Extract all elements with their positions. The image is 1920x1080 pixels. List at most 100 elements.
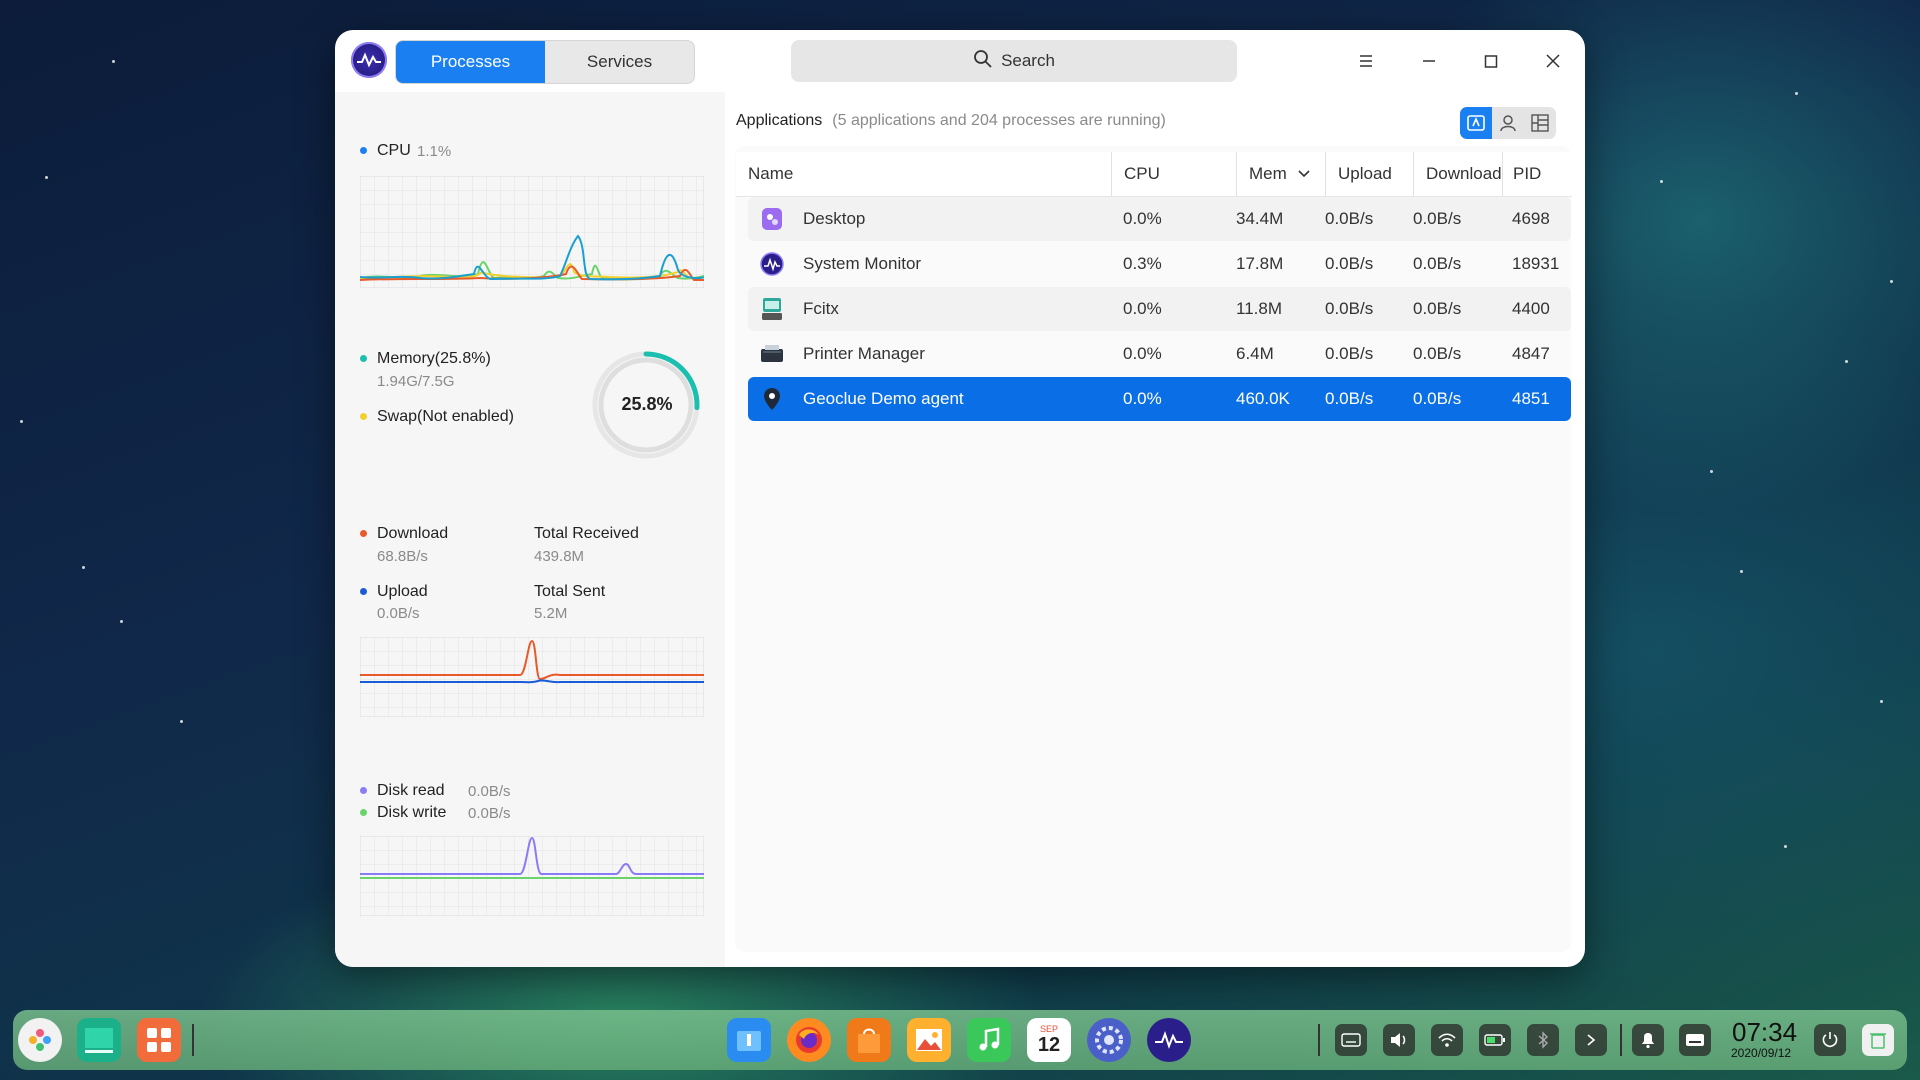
close-button[interactable] (1538, 46, 1568, 76)
title-bar: Processes Services Search (335, 30, 1585, 92)
clock-time[interactable]: 07:34 (1732, 1017, 1797, 1048)
tab-services[interactable]: Services (545, 41, 694, 83)
column-header-name[interactable]: Name (736, 152, 1111, 196)
minimize-icon (1423, 60, 1435, 62)
process-upload: 0.0B/s (1325, 389, 1374, 408)
tray-expand-button[interactable] (1575, 1024, 1607, 1056)
process-download: 0.0B/s (1413, 299, 1462, 318)
process-cpu: 0.3% (1123, 254, 1162, 273)
process-pid: 4698 (1512, 209, 1550, 228)
upload-legend-dot (360, 588, 367, 596)
table-row-selected[interactable]: Geoclue Demo agent 0.0% 460.0K 0.0B/s 0.… (748, 377, 1571, 421)
memory-used: 1.94G/7.5G (377, 373, 455, 390)
image-viewer-button[interactable] (907, 1018, 951, 1062)
process-upload: 0.0B/s (1325, 209, 1374, 228)
network-button[interactable] (1431, 1024, 1463, 1056)
table-row[interactable]: Desktop 0.0% 34.4M 0.0B/s 0.0B/s 4698 (748, 197, 1571, 241)
store-button[interactable] (847, 1018, 891, 1062)
process-mem: 460.0K (1236, 389, 1290, 408)
settings-button[interactable] (1087, 1018, 1131, 1062)
process-download: 0.0B/s (1413, 389, 1462, 408)
view-tabs: Processes Services (395, 40, 695, 84)
sort-descending-icon (1298, 170, 1310, 178)
image-icon (916, 1029, 942, 1051)
bluetooth-icon (1538, 1031, 1549, 1049)
total-received-value: 439.8M (534, 548, 585, 565)
desktop-icon (760, 207, 784, 231)
chevron-right-icon (1587, 1034, 1596, 1046)
minimize-button[interactable] (1414, 46, 1444, 76)
main-menu-button[interactable] (1351, 46, 1381, 76)
column-header-cpu[interactable]: CPU (1111, 152, 1236, 196)
maximize-button[interactable] (1476, 46, 1506, 76)
column-header-pid[interactable]: PID (1502, 152, 1572, 196)
battery-icon (1484, 1034, 1505, 1046)
input-method-icon (1686, 1034, 1704, 1046)
my-processes-view-button[interactable] (1492, 107, 1524, 139)
search-icon (973, 49, 993, 74)
music-button[interactable] (967, 1018, 1011, 1062)
disk-read-label: Disk read (360, 782, 445, 800)
close-icon (1546, 54, 1560, 68)
trash-button[interactable] (1862, 1024, 1894, 1056)
system-monitor-logo-icon (351, 42, 387, 78)
search-input[interactable]: Search (791, 40, 1237, 82)
swap-label: Swap(Not enabled) (360, 408, 514, 426)
memory-legend-dot (360, 355, 367, 363)
battery-button[interactable] (1479, 1024, 1511, 1056)
printer-icon (760, 342, 784, 366)
disk-history-chart (360, 836, 704, 916)
column-header-upload[interactable]: Upload (1325, 152, 1413, 196)
shutdown-button[interactable] (1814, 1024, 1846, 1056)
bluetooth-button[interactable] (1527, 1024, 1559, 1056)
process-upload: 0.0B/s (1325, 254, 1374, 273)
volume-button[interactable] (1383, 1024, 1415, 1056)
calendar-button[interactable]: SEP 12 (1027, 1018, 1071, 1062)
disk-write-label: Disk write (360, 804, 446, 822)
app-store-button[interactable] (137, 1018, 181, 1062)
input-method-button[interactable] (1679, 1024, 1711, 1056)
browser-button[interactable] (787, 1018, 831, 1062)
process-name: Geoclue Demo agent (803, 389, 964, 408)
multitask-view-icon (85, 1028, 113, 1053)
notifications-button[interactable] (1632, 1024, 1664, 1056)
system-monitor-dock-button[interactable] (1147, 1018, 1191, 1062)
swap-legend-dot (360, 413, 367, 421)
column-header-mem[interactable]: Mem (1236, 152, 1325, 196)
download-label: Download (360, 525, 448, 543)
keyboard-icon (760, 297, 784, 321)
column-header-download[interactable]: Download (1413, 152, 1502, 196)
tray-divider (1318, 1024, 1320, 1056)
table-row[interactable]: Fcitx 0.0% 11.8M 0.0B/s 0.0B/s 4400 (748, 287, 1571, 331)
user-icon (1500, 115, 1516, 132)
grid-view-icon (1531, 114, 1549, 132)
volume-icon (1391, 1033, 1406, 1047)
shopping-bag-icon (858, 1028, 880, 1053)
search-placeholder: Search (1001, 51, 1055, 70)
tab-processes[interactable]: Processes (396, 41, 545, 83)
process-table-header: Name CPU Mem Upload Download PID (736, 152, 1572, 197)
applications-view-button[interactable] (1460, 107, 1492, 139)
all-processes-view-button[interactable] (1524, 107, 1556, 139)
onscreen-keyboard-button[interactable] (1335, 1024, 1367, 1056)
network-history-chart (360, 637, 704, 717)
wifi-icon (1438, 1033, 1456, 1047)
system-monitor-window: Processes Services Search CPU 1.1% Memor… (335, 30, 1585, 967)
process-pid: 4400 (1512, 299, 1550, 318)
disk-read-legend-dot (360, 787, 367, 795)
multitask-view-button[interactable] (77, 1018, 121, 1062)
download-value: 68.8B/s (377, 548, 428, 565)
process-upload: 0.0B/s (1325, 299, 1374, 318)
table-row[interactable]: System Monitor 0.3% 17.8M 0.0B/s 0.0B/s … (748, 242, 1571, 286)
music-note-icon (979, 1027, 1000, 1051)
system-monitor-icon (760, 252, 784, 276)
process-download: 0.0B/s (1413, 344, 1462, 363)
cpu-label: CPU (360, 142, 411, 160)
process-cpu: 0.0% (1123, 389, 1162, 408)
dock-divider (192, 1024, 194, 1056)
table-row[interactable]: Printer Manager 0.0% 6.4M 0.0B/s 0.0B/s … (748, 332, 1571, 376)
power-icon (1822, 1032, 1838, 1048)
firefox-icon (796, 1027, 822, 1053)
launcher-button[interactable] (18, 1018, 62, 1062)
file-manager-button[interactable] (727, 1018, 771, 1062)
